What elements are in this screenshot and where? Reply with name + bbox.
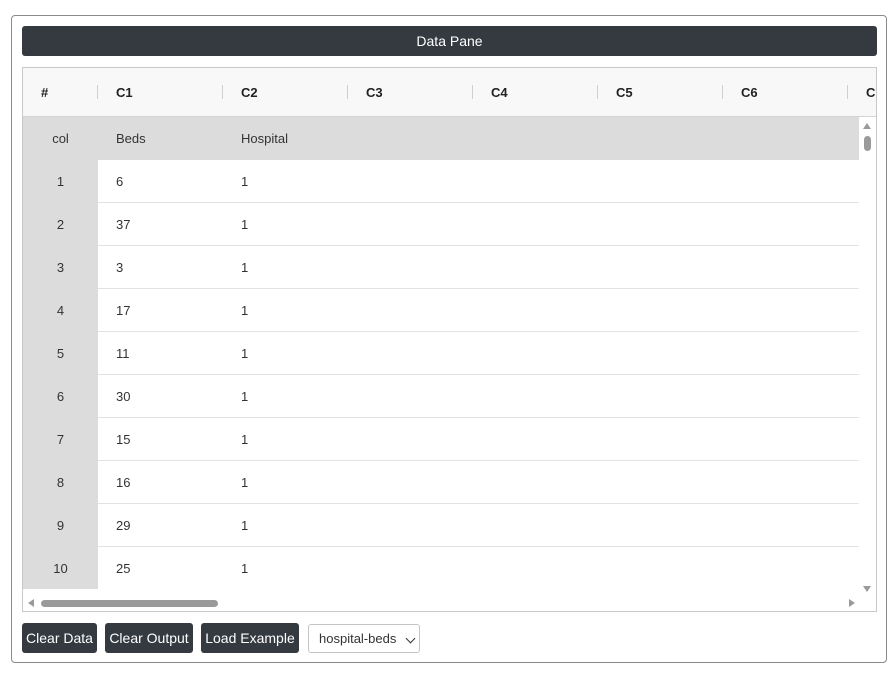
column-header-c7[interactable]: C7 bbox=[866, 68, 876, 116]
row-index: 10 bbox=[23, 547, 98, 589]
table-row: 7 15 1 bbox=[23, 418, 861, 461]
row-index: 1 bbox=[23, 160, 98, 203]
table-row: 4 17 1 bbox=[23, 289, 861, 332]
data-cell[interactable]: 1 bbox=[241, 203, 248, 246]
example-select[interactable]: hospital-beds bbox=[308, 624, 420, 653]
data-cell[interactable]: 1 bbox=[241, 289, 248, 332]
variable-name-cell[interactable]: Hospital bbox=[241, 117, 288, 160]
data-cell[interactable]: 1 bbox=[241, 246, 248, 289]
horizontal-scrollbar[interactable] bbox=[23, 595, 861, 611]
table-row: 8 16 1 bbox=[23, 461, 861, 504]
chevron-down-icon bbox=[405, 633, 416, 644]
row-index: 7 bbox=[23, 418, 98, 461]
scroll-up-icon[interactable] bbox=[863, 123, 871, 129]
row-index: 5 bbox=[23, 332, 98, 375]
data-cell[interactable]: 6 bbox=[116, 160, 123, 203]
header-separator bbox=[222, 85, 223, 99]
data-cell[interactable]: 1 bbox=[241, 375, 248, 418]
table-row: 5 11 1 bbox=[23, 332, 861, 375]
header-separator bbox=[97, 85, 98, 99]
header-separator bbox=[472, 85, 473, 99]
data-cell[interactable]: 16 bbox=[116, 461, 130, 504]
grid-header-row: # C1 C2 C3 C4 C5 C6 C7 bbox=[23, 68, 876, 117]
data-cell[interactable]: 3 bbox=[116, 246, 123, 289]
load-example-button[interactable]: Load Example bbox=[201, 623, 299, 653]
data-cell[interactable]: 11 bbox=[116, 332, 130, 375]
data-cell[interactable]: 1 bbox=[241, 461, 248, 504]
column-header-c3[interactable]: C3 bbox=[366, 68, 466, 116]
horizontal-scroll-thumb[interactable] bbox=[41, 600, 218, 607]
example-select-value: hospital-beds bbox=[319, 631, 397, 646]
vertical-scroll-thumb[interactable] bbox=[864, 136, 871, 151]
data-cell[interactable]: 1 bbox=[241, 332, 248, 375]
data-cell[interactable]: 30 bbox=[116, 375, 130, 418]
scroll-down-icon[interactable] bbox=[863, 586, 871, 592]
table-row: 3 3 1 bbox=[23, 246, 861, 289]
clear-output-button[interactable]: Clear Output bbox=[105, 623, 193, 653]
data-cell[interactable]: 1 bbox=[241, 418, 248, 461]
column-header-c1[interactable]: C1 bbox=[116, 68, 216, 116]
clear-data-button[interactable]: Clear Data bbox=[22, 623, 97, 653]
header-separator bbox=[847, 85, 848, 99]
variable-name-row: col Beds Hospital bbox=[23, 117, 861, 160]
data-cell[interactable]: 15 bbox=[116, 418, 130, 461]
row-index: 4 bbox=[23, 289, 98, 332]
header-separator bbox=[347, 85, 348, 99]
row-index: 6 bbox=[23, 375, 98, 418]
header-corner: # bbox=[41, 84, 49, 100]
data-cell[interactable]: 37 bbox=[116, 203, 130, 246]
table-row: 10 25 1 bbox=[23, 547, 861, 589]
data-cell[interactable]: 29 bbox=[116, 504, 130, 547]
row-index: 2 bbox=[23, 203, 98, 246]
header-separator bbox=[722, 85, 723, 99]
scroll-left-icon[interactable] bbox=[28, 599, 34, 607]
data-cell[interactable]: 1 bbox=[241, 160, 248, 203]
row-index: 3 bbox=[23, 246, 98, 289]
table-row: 2 37 1 bbox=[23, 203, 861, 246]
row-index: 9 bbox=[23, 504, 98, 547]
vertical-scrollbar[interactable] bbox=[859, 117, 876, 597]
data-grid: # C1 C2 C3 C4 C5 C6 C7 col Beds Hospital… bbox=[22, 67, 877, 612]
pane-title: Data Pane bbox=[22, 26, 877, 56]
grid-body: col Beds Hospital 1 6 1 2 37 1 3 3 1 4 1… bbox=[23, 117, 861, 589]
variable-name-cell[interactable]: Beds bbox=[116, 117, 146, 160]
scroll-right-icon[interactable] bbox=[849, 599, 855, 607]
column-header-c4[interactable]: C4 bbox=[491, 68, 591, 116]
data-cell[interactable]: 17 bbox=[116, 289, 130, 332]
row-index: col bbox=[23, 117, 98, 160]
data-cell[interactable]: 25 bbox=[116, 547, 130, 589]
data-cell[interactable]: 1 bbox=[241, 504, 248, 547]
header-separator bbox=[597, 85, 598, 99]
data-cell[interactable]: 1 bbox=[241, 547, 248, 589]
column-header-c6[interactable]: C6 bbox=[741, 68, 841, 116]
table-row: 6 30 1 bbox=[23, 375, 861, 418]
column-header-c2[interactable]: C2 bbox=[241, 68, 341, 116]
table-row: 1 6 1 bbox=[23, 160, 861, 203]
row-index: 8 bbox=[23, 461, 98, 504]
table-row: 9 29 1 bbox=[23, 504, 861, 547]
column-header-c5[interactable]: C5 bbox=[616, 68, 716, 116]
